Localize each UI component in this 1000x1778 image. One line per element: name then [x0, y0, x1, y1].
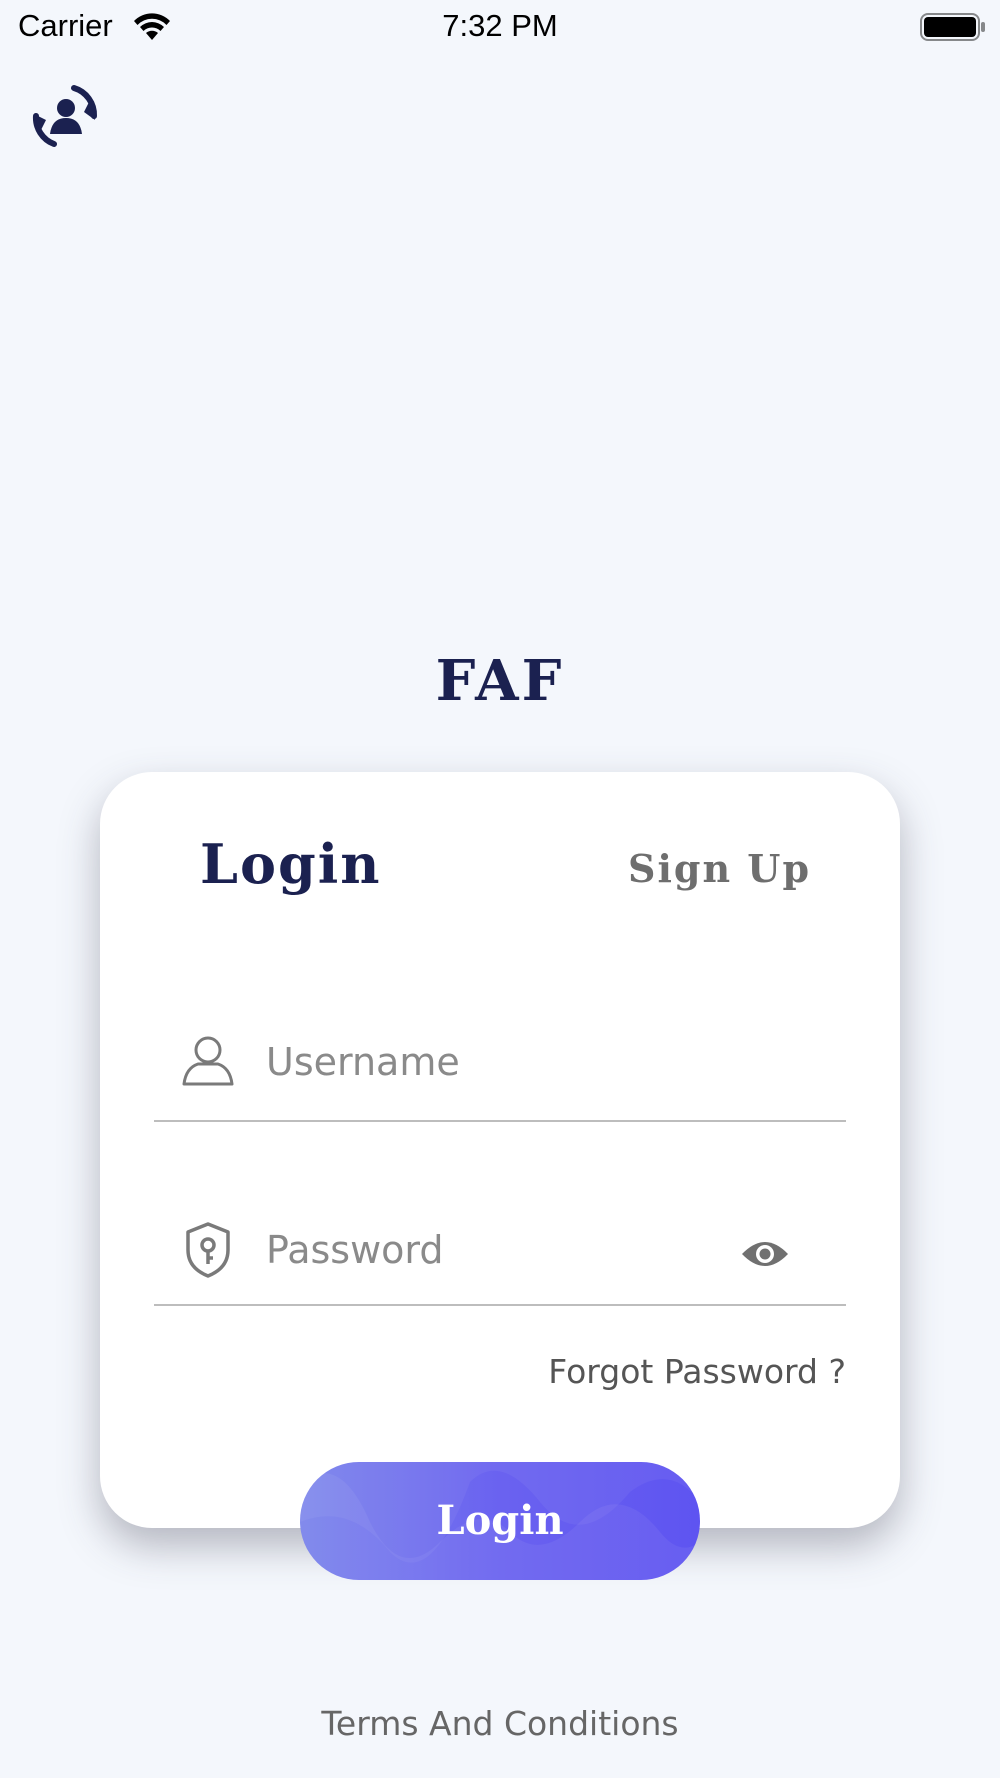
password-field-row — [154, 1194, 846, 1306]
tab-signup[interactable]: Sign Up — [628, 844, 811, 894]
battery-full-icon — [920, 13, 985, 41]
brand-title: FAF — [435, 648, 565, 714]
login-card: Login Sign Up Forgot Password ? — [100, 772, 900, 1528]
forgot-password-link[interactable]: Forgot Password ? — [548, 1352, 846, 1392]
shield-key-icon — [186, 1222, 230, 1278]
user-icon — [182, 1036, 234, 1086]
status-bar: Carrier 7:32 PM — [0, 0, 1000, 56]
person-sync-icon[interactable] — [28, 78, 100, 154]
password-input[interactable] — [266, 1222, 746, 1278]
login-button-label: Login — [436, 1497, 564, 1544]
eye-icon[interactable] — [740, 1236, 790, 1272]
username-input[interactable] — [266, 1034, 746, 1090]
username-field-row — [154, 1010, 846, 1122]
tab-login[interactable]: Login — [200, 832, 382, 896]
login-button[interactable]: Login — [300, 1462, 700, 1580]
status-time: 7:32 PM — [442, 8, 558, 43]
terms-and-conditions-link[interactable]: Terms And Conditions — [0, 1704, 1000, 1744]
